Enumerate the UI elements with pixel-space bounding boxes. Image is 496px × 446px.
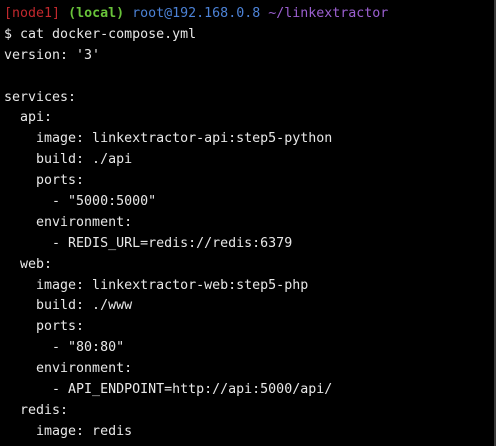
prompt-path: ~/linkextractor <box>268 6 389 21</box>
file-line-api-build: build: ./api <box>4 152 133 168</box>
file-line-web-api-endpoint: - API_ENDPOINT=http://api:5000/api/ <box>4 382 333 398</box>
file-line-web-build: build: ./www <box>4 298 133 314</box>
prompt-host: root@192.168.0.8 <box>132 6 261 21</box>
file-line-api-redis-url: - REDIS_URL=redis://redis:6379 <box>4 235 293 251</box>
file-line-api-port-mapping: - "5000:5000" <box>4 194 157 210</box>
command-text: cat docker-compose.yml <box>20 26 197 42</box>
file-line-web-image: image: linkextractor-web:step5-php <box>4 277 309 293</box>
file-line-redis: redis: <box>4 402 69 418</box>
file-line-web: web: <box>4 256 53 272</box>
shell-prompt: [node1] (local) root@192.168.0.8 ~/linke… <box>4 4 494 25</box>
file-line-web-port-mapping: - "80:80" <box>4 340 125 356</box>
file-line-api-ports: ports: <box>4 173 85 189</box>
command-line: $ cat docker-compose.yml <box>4 25 494 46</box>
file-line-version: version: '3' <box>4 47 101 63</box>
prompt-symbol: $ <box>4 26 13 42</box>
prompt-node: [node1] <box>4 6 61 21</box>
file-line-web-ports: ports: <box>4 319 85 335</box>
file-line-redis-image: image: redis <box>4 423 133 439</box>
file-line-blank <box>4 67 494 88</box>
file-line-services: services: <box>4 89 77 105</box>
file-line-api-image: image: linkextractor-api:step5-python <box>4 131 333 147</box>
file-line-api-environment: environment: <box>4 214 133 230</box>
prompt-env: (local) <box>68 6 125 21</box>
file-line-api: api: <box>4 110 53 126</box>
terminal-window[interactable]: [node1] (local) root@192.168.0.8 ~/linke… <box>0 0 496 446</box>
file-line-web-environment: environment: <box>4 361 133 377</box>
